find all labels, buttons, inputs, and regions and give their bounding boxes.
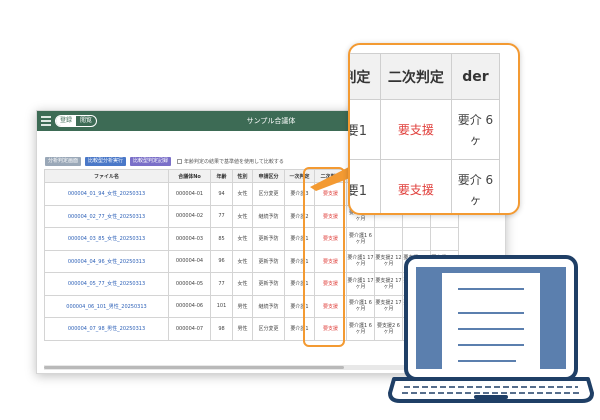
zoom-table: 判定 二次判定 der 要1 要支援 要介 6ヶ 要1 要支援 要介 6ヶ [350,53,501,213]
cell-sex: 女性 [232,272,253,296]
cell-previous: 要介護1 6ヶ月 [346,227,375,251]
cell-age: 94 [210,182,233,206]
mode-toggle[interactable]: 登録 閲覧 [55,115,98,127]
cell-group-no: 000004-07 [168,317,211,341]
zoom-header-second-decision: 二次判定 [379,53,452,100]
cell-age: 77 [210,204,233,228]
cell-sex: 女性 [232,249,253,273]
cell-application-type: 更新予防 [252,272,285,296]
cell-application-type: 継続予防 [252,204,285,228]
column-header-sex[interactable]: 性別 [232,169,253,183]
zoom-row: 要1 要支援 要介 6ヶ [350,99,501,160]
cell-extra-3 [430,227,459,251]
cell-filename[interactable]: 000004_05_77_女性_20250313 [44,272,169,296]
zoom-header-row: 判定 二次判定 der [350,53,501,100]
cell-age: 98 [210,317,233,341]
cell-application-type: 更新予防 [252,227,285,251]
checkbox-box[interactable] [177,158,183,164]
cell-application-type: 区分変更 [252,182,285,206]
cell-filename[interactable]: 000004_07_98_男性_20250313 [44,317,169,341]
cell-filename[interactable]: 000004_02_77_女性_20250313 [44,204,169,228]
column-header-group-no[interactable]: 合議体No [168,169,211,183]
laptop-icon [388,255,594,403]
cell-filename[interactable]: 000004_01_94_女性_20250313 [44,182,169,206]
cell-age: 101 [210,294,233,318]
cell-extra-2 [402,227,431,251]
zoom-row: 要1 要支援 要介 6ヶ [350,159,501,213]
column-header-application-type[interactable]: 申請区分 [252,169,285,183]
zoom-cell-third: 要介 6ヶ [450,159,501,213]
cell-sex: 男性 [232,294,253,318]
cell-group-no: 000004-06 [168,294,211,318]
mode-register-button[interactable]: 登録 [56,116,77,126]
analysis-screen-button[interactable]: 分析判定画面 [45,156,82,166]
cell-previous: 要介護1 6ヶ月 [346,317,375,341]
scrollbar-thumb[interactable] [44,366,344,369]
column-header-age[interactable]: 年齢 [210,169,233,183]
cell-group-no: 000004-03 [168,227,211,251]
zoom-callout: 判定 二次判定 der 要1 要支援 要介 6ヶ 要1 要支援 要介 6ヶ [348,43,520,215]
cell-sex: 女性 [232,204,253,228]
second-decision-highlight [303,167,345,347]
cell-filename[interactable]: 000004_06_101_男性_20250313 [44,294,169,318]
cell-application-type: 更新予防 [252,249,285,273]
compare-record-button[interactable]: 比較型判定記録 [130,156,172,166]
cell-previous: 要介護1 6ヶ月 [346,294,375,318]
menu-icon[interactable] [41,116,51,126]
cell-group-no: 000004-04 [168,249,211,273]
cell-application-type: 区分変更 [252,317,285,341]
document-icon [442,273,540,369]
cell-group-no: 000004-05 [168,272,211,296]
cell-filename[interactable]: 000004_04_96_女性_20250313 [44,249,169,273]
cell-previous: 要介護1 17ヶ月 [346,249,375,273]
cell-sex: 男性 [232,317,253,341]
baseline-compare-checkbox[interactable]: 年齢判定の結果で基準値を使用して比較する [177,158,284,165]
column-header-filename[interactable]: ファイル名 [44,169,169,183]
cell-filename[interactable]: 000004_03_85_女性_20250313 [44,227,169,251]
cell-group-no: 000004-01 [168,182,211,206]
table-row[interactable]: 000004_03_85_女性_20250313 000004-03 85 女性 更新予… [44,227,459,251]
compare-run-button[interactable]: 比較型分析実行 [85,156,127,166]
zoom-cell-first: 要1 [350,99,381,160]
cell-age: 96 [210,249,233,273]
checkbox-label: 年齢判定の結果で基準値を使用して比較する [184,158,284,165]
zoom-header-third: der [450,53,501,100]
cell-sex: 女性 [232,227,253,251]
zoom-cell-third: 要介 6ヶ [450,99,501,160]
cell-previous: 要介護1 17ヶ月 [346,272,375,296]
zoom-cell-second-decision: 要支援 [379,159,452,213]
cell-age: 85 [210,227,233,251]
mode-view-button[interactable]: 閲覧 [76,116,96,126]
cell-application-type: 継続予防 [252,294,285,318]
zoom-header-first: 判定 [350,53,381,100]
cell-age: 77 [210,272,233,296]
zoom-cell-second-decision: 要支援 [379,99,452,160]
cell-extra-1 [374,227,403,251]
zoom-cell-first: 要1 [350,159,381,213]
cell-group-no: 000004-02 [168,204,211,228]
cell-sex: 女性 [232,182,253,206]
